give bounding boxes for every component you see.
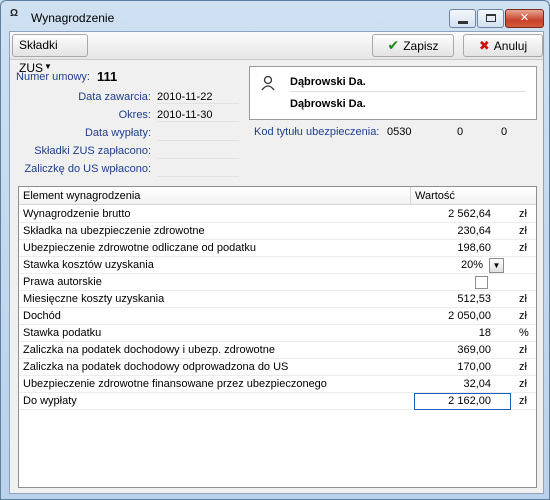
app-icon: Ω <box>10 8 19 19</box>
cancel-icon: ✖ <box>478 38 490 53</box>
maximize-icon <box>485 14 496 22</box>
row-unit: zł <box>519 344 527 356</box>
data-zawarcia-label: Data zawarcia: <box>78 91 151 103</box>
row-label: Ubezpieczenie zdrowotne finansowane prze… <box>23 378 327 390</box>
data-zawarcia-value[interactable]: 2010-11-22 <box>157 91 239 104</box>
row-label: Składka na ubezpieczenie zdrowotne <box>23 225 205 237</box>
zaliczke-label: Zaliczkę do US wpłacono: <box>24 163 151 175</box>
table-row[interactable]: Miesięczne koszty uzyskania 512,53 zł <box>19 291 536 308</box>
row-value[interactable]: 2 562,64 <box>448 208 491 220</box>
row-value[interactable]: 170,00 <box>457 361 491 373</box>
row-label: Wynagrodzenie brutto <box>23 208 131 220</box>
table-row[interactable]: Zaliczka na podatek dochodowy i ubezp. z… <box>19 342 536 359</box>
window: Ω Wynagrodzenie ✕ Składki ZUS▼ ✔ Zapisz ✖… <box>0 0 550 500</box>
chevron-down-icon: ▼ <box>44 62 52 71</box>
table-row[interactable]: Ubezpieczenie zdrowotne finansowane prze… <box>19 376 536 393</box>
row-label: Ubezpieczenie zdrowotne odliczane od pod… <box>23 242 256 254</box>
table-row[interactable]: Składka na ubezpieczenie zdrowotne 230,64… <box>19 223 536 240</box>
column-divider[interactable] <box>410 187 411 205</box>
table-row[interactable]: Do wypłaty 2 162,00 zł <box>19 393 536 410</box>
table-row[interactable]: Stawka podatku 18% <box>19 325 536 342</box>
row-value[interactable]: 230,64 <box>457 225 491 237</box>
row-value[interactable]: 198,60 <box>457 242 491 254</box>
cancel-button[interactable]: ✖ Anuluj <box>463 34 543 57</box>
data-wyplaty-value[interactable] <box>157 127 239 141</box>
table-row[interactable]: Prawa autorskie <box>19 274 536 291</box>
row-value[interactable]: 32,04 <box>463 378 491 390</box>
row-unit: zł <box>519 225 527 237</box>
salary-elements-grid: Element wynagrodzenia Wartość Wynagrodze… <box>18 186 537 488</box>
skladki-zus-button[interactable]: Składki ZUS▼ <box>12 34 88 75</box>
person-icon <box>260 75 276 91</box>
row-label: Stawka podatku <box>23 327 102 339</box>
row-value[interactable]: 512,53 <box>457 293 491 305</box>
minimize-button[interactable] <box>449 9 476 28</box>
kod-value-3: 0 <box>501 126 508 138</box>
row-label: Dochód <box>23 310 61 322</box>
row-unit: zł <box>519 208 527 220</box>
skladki-zaplacono-value[interactable] <box>157 145 239 159</box>
row-value[interactable]: 20% <box>461 259 483 271</box>
row-label: Miesięczne koszty uzyskania <box>23 293 165 305</box>
row-label: Stawka kosztów uzyskania <box>23 259 154 271</box>
column-header-value[interactable]: Wartość <box>415 190 455 202</box>
skladki-zaplacono-label: Składki ZUS zapłacono: <box>34 145 151 157</box>
numer-umowy-value: 111 <box>97 69 118 84</box>
row-unit: zł <box>519 361 527 373</box>
row-label: Zaliczka na podatek dochodowy odprowadzo… <box>23 361 289 373</box>
row-unit: zł <box>519 395 527 407</box>
table-row[interactable]: Ubezpieczenie zdrowotne odliczane od pod… <box>19 240 536 257</box>
row-value[interactable]: 2 050,00 <box>448 310 491 322</box>
column-header-element[interactable]: Element wynagrodzenia <box>23 190 140 202</box>
save-button[interactable]: ✔ Zapisz <box>372 34 454 57</box>
contractor-name-secondary: Dąbrowski Da. <box>290 98 366 110</box>
table-row[interactable]: Zaliczka na podatek dochodowy odprowadzo… <box>19 359 536 376</box>
kod-value-2: 0 <box>457 126 464 138</box>
stawka-dropdown-button[interactable]: ▼ <box>489 258 504 273</box>
maximize-button[interactable] <box>477 9 504 28</box>
minimize-icon <box>457 21 468 24</box>
kod-tytulu-value: 0530 <box>387 126 412 138</box>
row-label: Prawa autorskie <box>23 276 102 288</box>
client-area: Składki ZUS▼ ✔ Zapisz ✖ Anuluj Numer umowy… <box>9 31 544 494</box>
grid-header: Element wynagrodzenia Wartość <box>19 187 536 205</box>
row-value[interactable]: 2 162,00 <box>448 395 491 407</box>
okres-label: Okres: <box>118 109 151 121</box>
table-row[interactable]: Wynagrodzenie brutto 2 562,64 zł <box>19 206 536 223</box>
close-button[interactable]: ✕ <box>505 9 544 28</box>
row-unit: zł <box>519 293 527 305</box>
table-row[interactable]: Stawka kosztów uzyskania 20% ▼ <box>19 257 536 274</box>
save-label: Zapisz <box>403 39 439 53</box>
kod-tytulu-label: Kod tytułu ubezpieczenia: <box>254 126 380 138</box>
row-unit: zł <box>519 310 527 322</box>
row-value[interactable]: 369,00 <box>457 344 491 356</box>
contractor-box[interactable]: Dąbrowski Da. Dąbrowski Da. <box>249 66 537 120</box>
okres-value[interactable]: 2010-11-30 <box>157 109 239 122</box>
cancel-label: Anuluj <box>493 39 528 53</box>
close-icon: ✕ <box>519 12 530 24</box>
row-value[interactable]: 18 <box>479 327 491 339</box>
data-wyplaty-label: Data wypłaty: <box>84 127 151 139</box>
title-bar[interactable]: Ω Wynagrodzenie ✕ <box>1 1 549 31</box>
contractor-name: Dąbrowski Da. <box>290 76 525 92</box>
table-row[interactable]: Dochód 2 050,00 zł <box>19 308 536 325</box>
window-title: Wynagrodzenie <box>31 11 115 25</box>
row-label: Zaliczka na podatek dochodowy i ubezp. z… <box>23 344 275 356</box>
zaliczke-value[interactable] <box>157 163 239 177</box>
toolbar: Składki ZUS▼ ✔ Zapisz ✖ Anuluj <box>10 32 543 75</box>
row-unit: % <box>519 327 529 339</box>
checkmark-icon: ✔ <box>387 37 400 53</box>
row-unit: zł <box>519 242 527 254</box>
numer-umowy-label: Numer umowy: <box>16 71 90 83</box>
prawa-autorskie-checkbox[interactable] <box>475 276 488 289</box>
row-unit: zł <box>519 378 527 390</box>
row-label: Do wypłaty <box>23 395 77 407</box>
